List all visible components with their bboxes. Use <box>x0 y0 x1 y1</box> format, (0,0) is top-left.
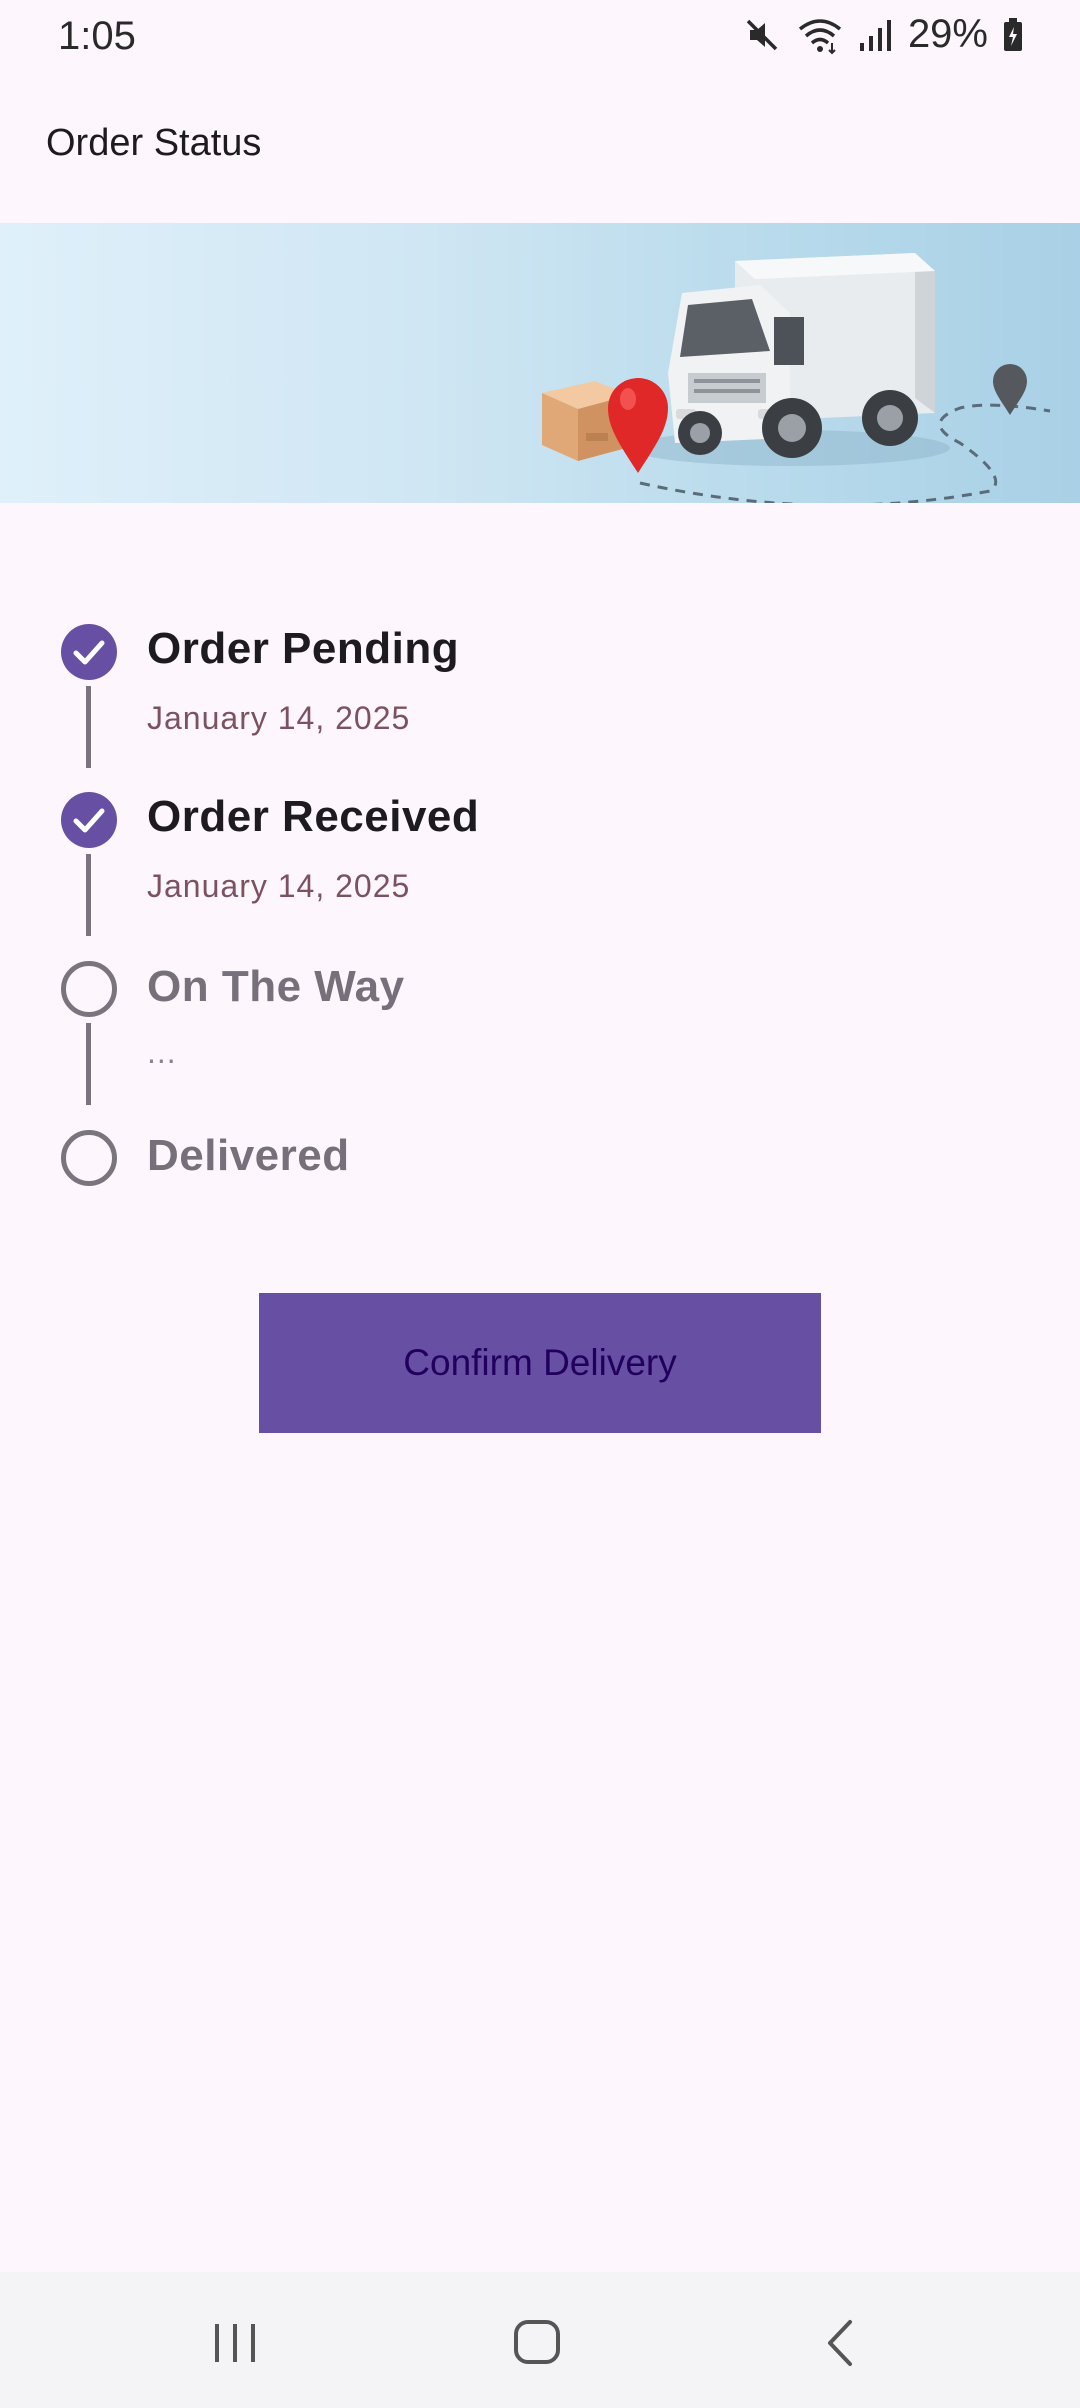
empty-circle-icon <box>61 1130 117 1186</box>
empty-circle-icon <box>61 961 117 1017</box>
step-date: ... <box>147 1034 177 1070</box>
wifi-icon <box>796 15 844 55</box>
timeline-connector <box>86 854 91 936</box>
confirm-delivery-button[interactable]: Confirm Delivery <box>259 1293 821 1433</box>
home-icon[interactable] <box>502 2312 572 2372</box>
mute-icon <box>742 15 782 55</box>
order-status-screen: 1:05 29% Order Status Order Pending Janu… <box>0 0 1080 2408</box>
delivery-truck-illustration <box>542 253 1051 503</box>
delivery-banner <box>0 223 1080 503</box>
recents-icon[interactable] <box>200 2312 270 2372</box>
system-nav-bar <box>0 2272 1080 2408</box>
app-bar: Order Status <box>0 100 1080 190</box>
step-title: Order Received <box>147 792 480 841</box>
page-title: Order Status <box>46 122 262 164</box>
timeline-connector <box>86 1023 91 1105</box>
step-date: January 14, 2025 <box>147 700 411 736</box>
step-title: Order Pending <box>147 624 460 673</box>
status-icons: 29% <box>742 12 1024 57</box>
step-date: January 14, 2025 <box>147 868 411 904</box>
check-circle-icon <box>61 792 117 848</box>
step-title: Delivered <box>147 1131 350 1180</box>
signal-icon <box>858 15 894 55</box>
battery-icon <box>1002 15 1024 55</box>
check-circle-icon <box>61 624 117 680</box>
status-time: 1:05 <box>58 14 136 58</box>
battery-percent: 29% <box>907 12 988 56</box>
status-bar: 1:05 29% <box>0 0 1080 74</box>
timeline-connector <box>86 686 91 768</box>
step-title: On The Way <box>147 962 405 1011</box>
back-icon[interactable] <box>806 2312 876 2372</box>
